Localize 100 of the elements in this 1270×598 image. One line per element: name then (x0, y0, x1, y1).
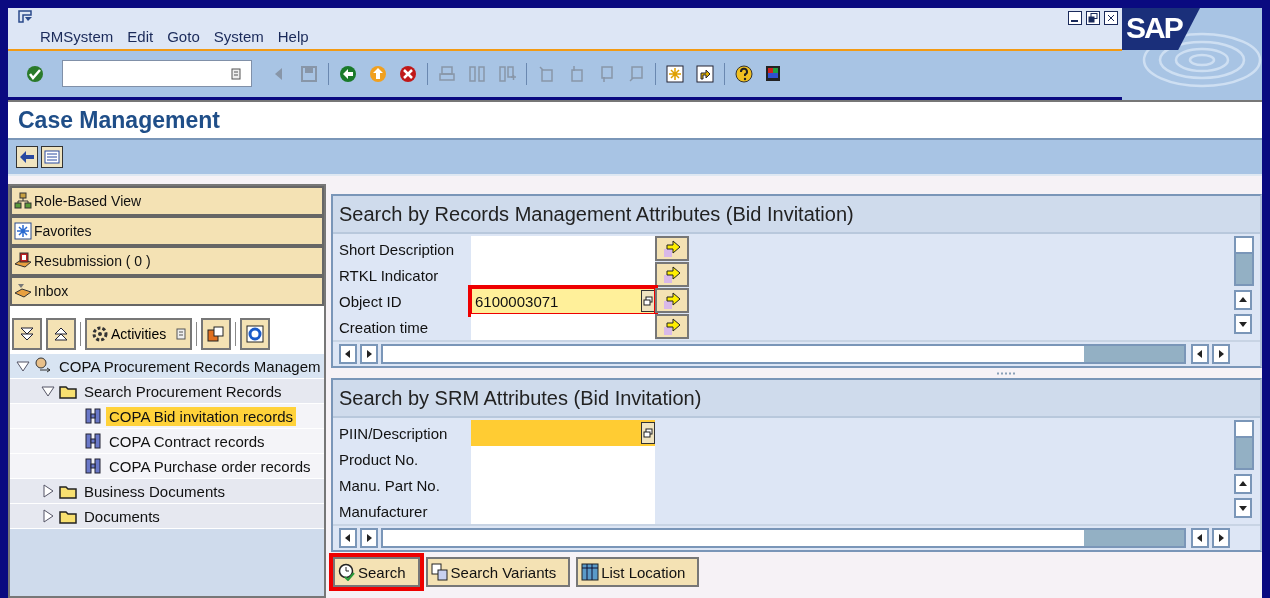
arrow-right-icon (662, 291, 682, 310)
menu-item[interactable]: Edit (127, 28, 154, 45)
section-title: Search by Records Management Attributes (Bid Invitation) (339, 202, 854, 226)
monitor-icon (765, 64, 783, 83)
menu-item[interactable]: Goto (167, 28, 200, 45)
input-field[interactable] (471, 498, 655, 524)
navigator-view-button[interactable]: Inbox (10, 276, 324, 306)
down-arrow-icon (1238, 320, 1248, 328)
input-field[interactable] (471, 314, 655, 340)
list-icon (44, 150, 60, 164)
gear-icon (91, 325, 109, 343)
menu-item[interactable]: System (213, 28, 264, 45)
vertical-scrollbar[interactable] (1234, 420, 1254, 470)
printer-icon (438, 64, 456, 83)
input-field[interactable] (471, 420, 655, 446)
collapse-toggle[interactable] (16, 359, 30, 373)
multiple-selection-button[interactable] (655, 288, 689, 313)
scroll-right-button[interactable] (1212, 528, 1230, 548)
expand-all-button[interactable] (12, 318, 42, 350)
binoculars-icon (84, 407, 102, 425)
scroll-up-button[interactable] (1234, 290, 1252, 310)
splitter-handle[interactable] (995, 371, 1018, 375)
scroll-right-button[interactable] (1212, 344, 1230, 364)
copy-icon (430, 563, 449, 581)
right-arrow-icon (1217, 349, 1225, 359)
navigator-view-button[interactable]: Resubmission ( 0 ) (10, 246, 324, 276)
activities-button[interactable]: Activities (85, 318, 193, 350)
window-menu-icon[interactable] (18, 10, 34, 24)
expand-toggle[interactable] (41, 484, 55, 498)
sparkle-icon (666, 64, 684, 83)
binoculars-icon (84, 457, 102, 475)
scroll-left-button[interactable] (1191, 344, 1209, 364)
hierarchy-icon (14, 192, 32, 210)
scroll-left-button[interactable] (339, 528, 357, 548)
list-icon (176, 328, 187, 340)
windows-icon (643, 428, 653, 438)
page-icon (537, 64, 555, 83)
input-field[interactable]: 6100003071 (471, 288, 655, 314)
menu-item[interactable]: RMSystem (40, 28, 114, 45)
input-field[interactable] (471, 446, 655, 472)
left-arrow-icon (344, 533, 352, 543)
input-field[interactable] (471, 262, 655, 288)
calendar-icon (14, 252, 32, 270)
multiple-selection-button[interactable] (655, 262, 689, 287)
scroll-down-button[interactable] (1234, 498, 1252, 518)
navigator-view-button[interactable]: Role-Based View (10, 186, 324, 216)
down-arrow-icon (1238, 504, 1248, 512)
field-label: Product No. (339, 449, 420, 470)
value-help-button[interactable] (641, 422, 655, 444)
collapse-toggle[interactable] (41, 384, 55, 398)
refresh-button[interactable] (240, 318, 271, 350)
scroll-left-button[interactable] (339, 344, 357, 364)
window-button[interactable] (201, 318, 232, 350)
horizontal-scrollbar[interactable] (381, 344, 1186, 364)
field-label: Manufacturer (339, 501, 429, 522)
right-arrow-icon (1217, 533, 1225, 543)
multiple-selection-button[interactable] (655, 236, 689, 261)
table-icon (581, 563, 600, 581)
right-arrow-icon (365, 349, 373, 359)
push-button[interactable]: Search Variants (425, 557, 571, 587)
field-label: Manu. Part No. (339, 475, 441, 496)
check-icon (26, 64, 44, 83)
binoculars-icon (468, 64, 486, 83)
scroll-right-button[interactable] (360, 344, 378, 364)
multiple-selection-button[interactable] (655, 314, 689, 339)
push-button[interactable]: List Location (576, 557, 700, 587)
arrow-right-icon (662, 265, 682, 284)
input-field[interactable] (471, 236, 655, 262)
navigator-view-button[interactable]: Favorites (10, 216, 324, 246)
scroll-down-button[interactable] (1234, 314, 1252, 334)
field-label: PIIN/Description (339, 423, 449, 444)
vertical-scrollbar[interactable] (1234, 236, 1254, 286)
up-arrow-icon (1238, 296, 1248, 304)
scroll-left-button[interactable] (1191, 528, 1209, 548)
horizontal-scrollbar[interactable] (381, 528, 1186, 548)
command-field[interactable] (62, 60, 252, 87)
left-arrow-icon (19, 150, 35, 164)
close-button[interactable] (1104, 11, 1118, 25)
clock-check-icon (338, 563, 356, 581)
menu-item[interactable]: Help (277, 28, 309, 45)
star-icon (14, 222, 32, 240)
windows-icon (207, 325, 226, 343)
left-arrow-icon (344, 349, 352, 359)
double-up-icon (53, 326, 69, 342)
arrow-right-icon (662, 317, 682, 336)
double-down-icon (19, 326, 35, 342)
right-arrow-icon (365, 533, 373, 543)
restore-button[interactable] (1086, 11, 1100, 25)
list-button[interactable] (41, 146, 63, 168)
expand-toggle[interactable] (41, 509, 55, 523)
person-icon (34, 357, 52, 375)
value-help-button[interactable] (641, 290, 655, 312)
minimize-button[interactable] (1068, 11, 1082, 25)
collapse-all-button[interactable] (46, 318, 76, 350)
back-button[interactable] (16, 146, 38, 168)
field-label: Creation time (339, 317, 430, 338)
scroll-right-button[interactable] (360, 528, 378, 548)
tree-item[interactable]: COPA Bid invitation records (106, 406, 296, 426)
screen-title: Case Management (18, 106, 220, 134)
scroll-up-button[interactable] (1234, 474, 1252, 494)
